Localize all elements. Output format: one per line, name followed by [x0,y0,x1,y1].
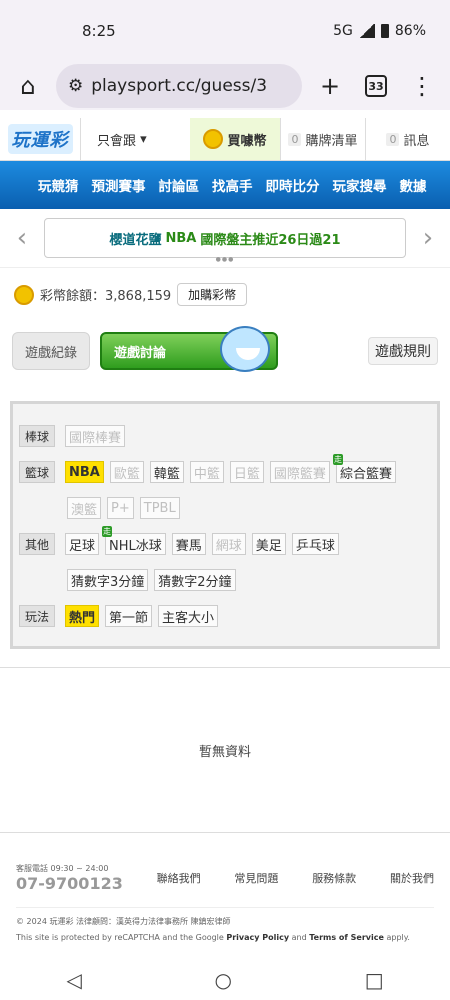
filter-row-other-more: 猜數字3分鐘 猜數字2分鐘 [19,568,431,592]
league-chip[interactable]: 美足 [251,533,286,555]
messages-link[interactable]: 0 訊息 [365,118,450,160]
league-chip[interactable]: 足球 [65,533,100,555]
nav-item[interactable]: 即時比分 [266,175,320,195]
home-circle-icon[interactable]: ○ [215,968,232,992]
coin-icon [14,284,34,305]
phone-label: 客服電話 09:30 ~ 24:00 [16,864,109,873]
league-chip[interactable]: 走 NHL冰球 [102,526,166,555]
league-chip[interactable]: 猜數字3分鐘 [67,569,149,591]
battery-icon [380,24,389,38]
game-rules-button[interactable]: 遊戲規則 [368,337,438,365]
tab-game-record[interactable]: 遊戲紀錄 [12,332,91,370]
banner-link[interactable]: 櫻道花鹽 NBA 國際盤主推近26日過21 [44,218,406,258]
filter-row-mode: 玩法 熱門 第一節 主客大小 [19,604,431,628]
terms-of-service-link[interactable]: Terms of Service [309,933,384,942]
league-chip[interactable]: 走綜合籃賽 [332,454,396,483]
league-filter-panel: 棒球 國際棒賽 籃球 NBA 歐籃 韓籃 中籃 日籃 國際籃賽 走綜合籃賽 澳籃… [10,401,440,649]
filter-label: 籃球 [19,461,55,483]
status-bar: 8:25 5G 86% [0,0,450,62]
chevron-right-icon[interactable]: › [416,223,440,253]
league-chip: 網球 [211,533,246,555]
copyright: © 2024 玩運彩 法律顧問：漢英得力法律事務所 陳鎮宏律師 [16,917,231,926]
mode-chip[interactable]: 主客大小 [158,605,219,627]
follow-dropdown[interactable]: 只會跟 ▾ [80,118,190,160]
tab-count: 33 [365,75,387,97]
league-chip: 歐籃 [109,461,144,483]
game-tabs: 遊戲紀錄 遊戲討論 遊戲規則 [0,321,450,381]
back-icon[interactable]: ◁ [66,968,81,992]
league-chip[interactable]: 賽馬 [171,533,206,555]
purchase-list-link[interactable]: 0 購牌清單 [280,118,365,160]
phone-number[interactable]: 07-9700123 [16,874,123,893]
footer-link-contact[interactable]: 聯絡我們 [157,870,201,886]
menu-icon[interactable]: ⋮ [404,68,440,104]
league-chip: TPBL [139,497,180,519]
empty-state: 暫無資料 [0,667,450,833]
league-chip: 國際籃賽 [269,461,330,483]
address-bar[interactable]: ⚙ playsport.cc/guess/3 [56,64,302,108]
android-nav-bar: ◁ ○ □ [0,960,450,1000]
filter-row-basketball-more: 澳籃 P+ TPBL [19,496,431,520]
tab-switcher-button[interactable]: 33 [358,68,394,104]
nav-item[interactable]: 玩競猜 [38,175,79,195]
home-icon[interactable]: ⌂ [10,68,46,104]
filter-row-basketball: 籃球 NBA 歐籃 韓籃 中籃 日籃 國際籃賽 走綜合籃賽 [19,454,431,484]
recaptcha-notice: This site is protected by reCAPTCHA and … [16,933,410,942]
url-text: playsport.cc/guess/3 [91,76,268,96]
league-chip[interactable]: 猜數字2分鐘 [154,569,236,591]
footer-link-about[interactable]: 關於我們 [390,870,434,886]
league-chip: P+ [107,497,134,519]
league-chip[interactable]: 韓籃 [149,461,184,483]
coin-icon [203,129,224,149]
nav-item[interactable]: 預測賽事 [92,175,146,195]
footer-link-faq[interactable]: 常見問題 [234,870,278,886]
filter-row-other: 其他 足球 走 NHL冰球 賽馬 網球 美足 乒乓球 [19,526,431,556]
footer: 客服電話 09:30 ~ 24:00 07-9700123 聯絡我們 常見問題 … [0,833,450,942]
tab-game-discussion[interactable]: 遊戲討論 [100,326,279,372]
carousel-dots: ●●● [215,256,235,263]
mascot-icon [220,326,271,372]
chevron-left-icon[interactable]: ‹ [10,223,34,253]
main-nav: 玩競猜 預測賽事 討論區 找高手 即時比分 玩家搜尋 數據 [0,161,450,209]
nav-item[interactable]: 討論區 [159,175,200,195]
footer-links-row: 客服電話 09:30 ~ 24:00 07-9700123 聯絡我們 常見問題 … [16,863,434,908]
recents-icon[interactable]: □ [365,968,384,992]
mode-chip[interactable]: 第一節 [105,605,153,627]
league-chip[interactable]: NBA [65,461,104,483]
mode-chip[interactable]: 熱門 [65,605,100,627]
nav-item[interactable]: 找高手 [212,175,253,195]
filter-label: 棒球 [19,425,55,447]
site-top-bar: 玩運彩 只會跟 ▾ 買噱幣 0 購牌清單 0 訊息 [0,118,450,161]
network-label: 5G [333,23,353,39]
nav-item[interactable]: 玩家搜尋 [333,175,387,195]
customer-service: 客服電話 09:30 ~ 24:00 07-9700123 [16,863,123,893]
filter-label: 其他 [19,533,55,555]
empty-text: 暫無資料 [198,744,251,760]
filter-label: 玩法 [19,605,55,627]
signal-icon [358,24,375,38]
site-settings-icon[interactable]: ⚙ [68,76,83,96]
league-chip: 日籃 [229,461,264,483]
league-chip[interactable]: 乒乓球 [291,533,339,555]
privacy-policy-link[interactable]: Privacy Policy [226,933,289,942]
browser-toolbar: ⌂ ⚙ playsport.cc/guess/3 + 33 ⋮ [0,62,450,110]
new-tag: 走 [332,454,343,465]
status-time: 8:25 [82,22,116,40]
buy-coins-button[interactable]: 買噱幣 [190,118,280,160]
battery-level: 86% [394,23,426,39]
new-tab-icon[interactable]: + [312,68,348,104]
add-coins-button[interactable]: 加購彩幣 [177,283,248,306]
league-chip: 國際棒賽 [65,425,126,447]
nav-item[interactable]: 數據 [400,175,427,195]
footer-link-terms[interactable]: 服務條款 [312,870,356,886]
promo-banner: ‹ 櫻道花鹽 NBA 國際盤主推近26日過21 › ●●● [0,209,450,267]
league-chip: 中籃 [189,461,224,483]
filter-row-baseball: 棒球 國際棒賽 [19,424,431,448]
new-tag: 走 [102,526,113,537]
site-logo[interactable]: 玩運彩 [0,118,80,161]
league-chip: 澳籃 [67,497,102,519]
status-icons: 5G 86% [333,23,426,39]
coin-balance-row: 彩幣餘額：3,868,159 加購彩幣 [0,267,450,321]
coin-balance: 彩幣餘額：3,868,159 [40,289,172,304]
